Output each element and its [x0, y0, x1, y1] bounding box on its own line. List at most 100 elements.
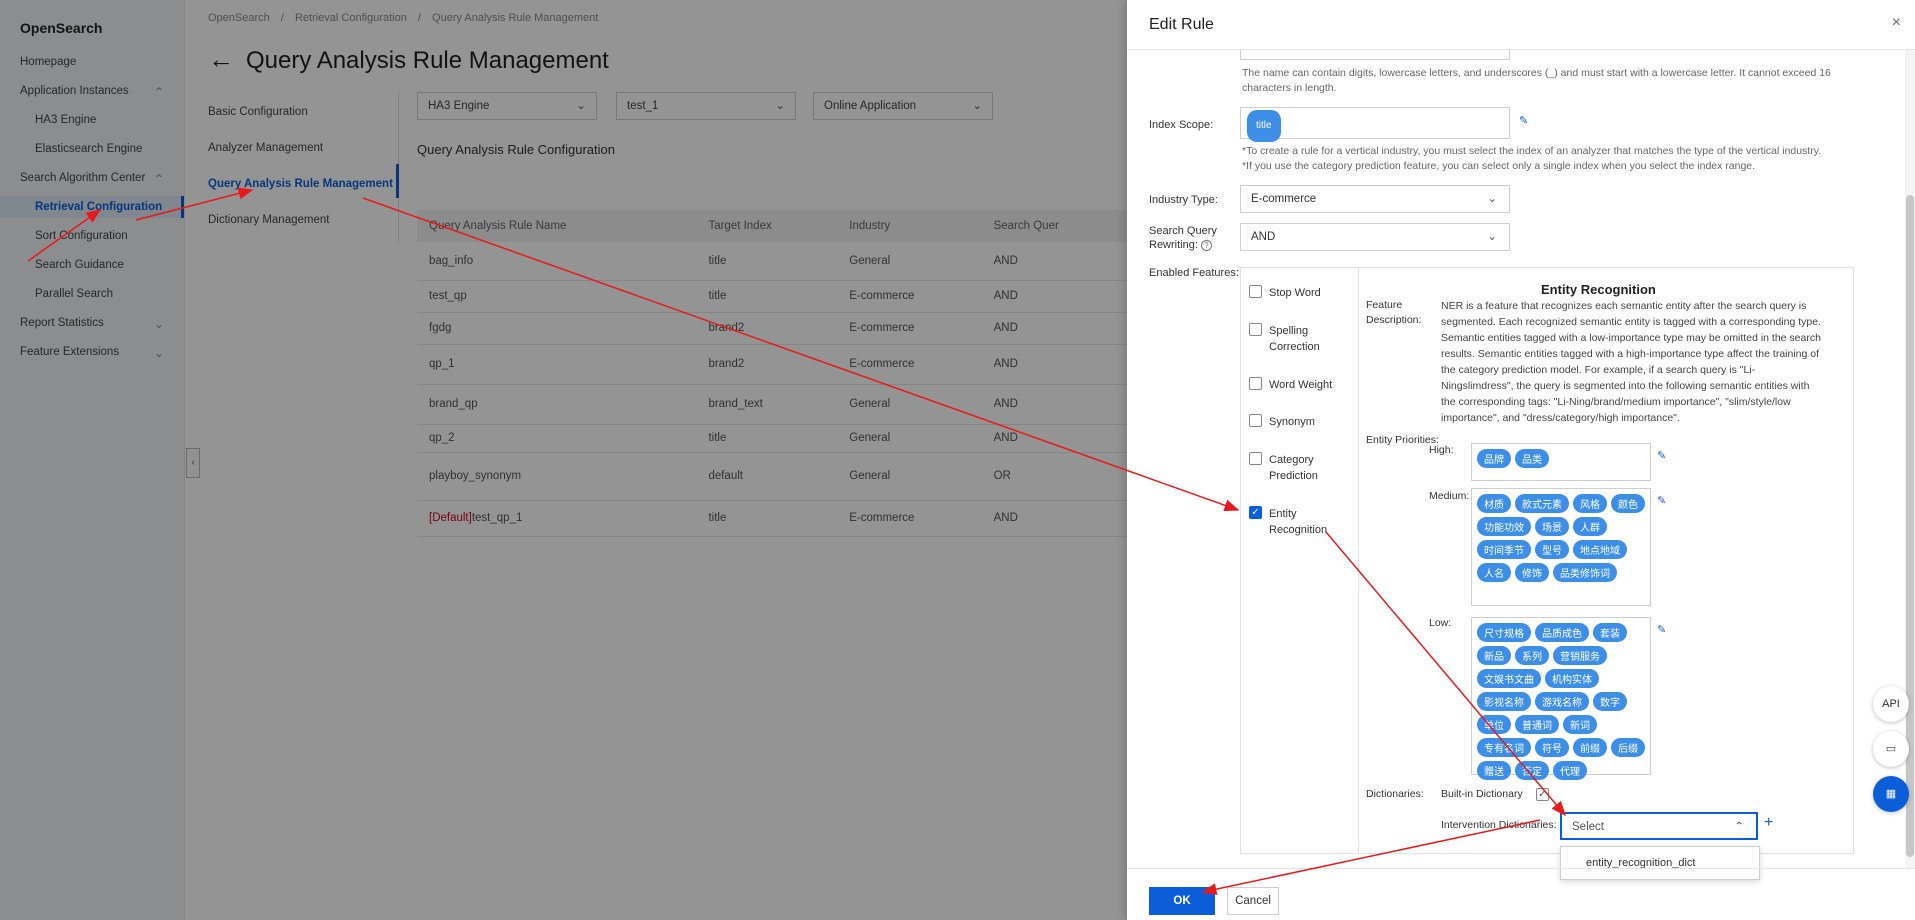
help-icon[interactable]: ? [1200, 240, 1212, 251]
feature-label: Spelling Correction [1269, 325, 1320, 353]
entity-tag[interactable]: 游戏名称 [1535, 692, 1589, 711]
api-float-button[interactable]: API [1873, 686, 1909, 722]
features-panel: Stop Word Spelling Correction Word Weigh… [1240, 267, 1854, 854]
index-hint-line: *If you use the category prediction feat… [1242, 160, 1756, 172]
entity-tag[interactable]: 文娱书文曲 [1477, 669, 1541, 688]
rule-name-hint: The name can contain digits, lowercase l… [1242, 67, 1831, 94]
entity-tag[interactable]: 功能功效 [1477, 517, 1531, 536]
modal-backdrop[interactable] [0, 0, 1127, 920]
search-query-rewriting-select[interactable]: AND ⌄ [1240, 223, 1510, 251]
label-text: Rewriting: [1149, 239, 1198, 251]
entity-tag[interactable]: 普通词 [1515, 715, 1559, 734]
entity-tag[interactable]: 符号 [1535, 738, 1569, 757]
chat-icon: ▭ [1885, 743, 1897, 755]
feature-stop-word[interactable]: Stop Word [1249, 285, 1321, 301]
entity-tag[interactable]: 机构实体 [1545, 669, 1599, 688]
intervention-dictionary-select[interactable]: Select ⌃ [1560, 812, 1758, 840]
edit-rule-drawer: Edit Rule × The name can contain digits,… [1127, 0, 1915, 920]
edit-icon[interactable]: ✎ [1657, 623, 1666, 636]
entity-tag[interactable]: 品质成色 [1535, 623, 1589, 642]
industry-type-select[interactable]: E-commerce ⌄ [1240, 185, 1510, 213]
medium-label: Medium: [1429, 490, 1470, 502]
entity-tag[interactable]: 系列 [1515, 646, 1549, 665]
entity-tag[interactable]: 赠送 [1477, 761, 1511, 780]
entity-tag[interactable]: 数字 [1593, 692, 1627, 711]
entity-tag[interactable]: 单位 [1477, 715, 1511, 734]
high-tag-box[interactable]: 品牌 品类 [1471, 443, 1651, 481]
feature-description-label: Feature Description: [1366, 298, 1426, 328]
low-label: Low: [1429, 617, 1452, 629]
medium-tag-box[interactable]: 材质 款式元素 风格 颜色功能功效 场景 人群时间季节 型号 地点地域人名 修饰 品类修饰词 [1471, 488, 1651, 606]
feature-description: NER is a feature that recognizes each se… [1441, 300, 1821, 424]
entity-tag[interactable]: 人名 [1477, 563, 1511, 582]
entity-tag[interactable]: 型号 [1535, 540, 1569, 559]
entity-tag[interactable]: 代理 [1553, 761, 1587, 780]
ok-button[interactable]: OK [1149, 887, 1215, 915]
edit-icon[interactable]: ✎ [1657, 494, 1666, 507]
entity-tag[interactable]: 尺寸规格 [1477, 623, 1531, 642]
add-dictionary-icon[interactable]: + [1764, 814, 1773, 832]
checkbox[interactable] [1249, 285, 1262, 298]
chevron-down-icon: ⌄ [1487, 231, 1497, 243]
feature-spelling-correction[interactable]: Spelling Correction [1249, 323, 1349, 355]
entity-tag[interactable]: 套装 [1593, 623, 1627, 642]
entity-tag[interactable]: 前缀 [1573, 738, 1607, 757]
close-icon[interactable]: × [1892, 14, 1901, 32]
feature-list: Stop Word Spelling Correction Word Weigh… [1241, 268, 1359, 853]
chat-float-button[interactable]: ▭ [1873, 731, 1909, 767]
industry-type-label: Industry Type: [1149, 194, 1218, 206]
label-line: Search Query [1149, 225, 1217, 237]
entity-priorities-label: Entity Priorities: [1366, 434, 1439, 446]
rule-name-input[interactable] [1240, 50, 1510, 60]
feature-label: Stop Word [1269, 287, 1321, 299]
chevron-up-icon: ⌃ [1734, 821, 1744, 833]
feature-word-weight[interactable]: Word Weight [1249, 377, 1332, 393]
entity-tag[interactable]: 场景 [1535, 517, 1569, 536]
entity-tag[interactable]: 影视名称 [1477, 692, 1531, 711]
index-scope-field[interactable]: title [1240, 107, 1510, 142]
entity-tag[interactable]: 款式元素 [1515, 494, 1569, 513]
entity-tag[interactable]: 后缀 [1611, 738, 1645, 757]
entity-tag[interactable]: 品牌 [1477, 449, 1511, 468]
edit-icon[interactable]: ✎ [1657, 449, 1666, 462]
checkbox-checked[interactable]: ✓ [1249, 506, 1262, 519]
checkbox[interactable] [1249, 323, 1262, 336]
entity-tag[interactable]: 新词 [1563, 715, 1597, 734]
entity-tag[interactable]: 时间季节 [1477, 540, 1531, 559]
index-tag[interactable]: title [1247, 110, 1281, 142]
feature-label: Word Weight [1269, 379, 1333, 391]
entity-tag[interactable]: 风格 [1573, 494, 1607, 513]
checkbox[interactable] [1249, 377, 1262, 390]
feature-entity-recognition[interactable]: ✓ Entity Recognition [1249, 506, 1349, 538]
entity-tag[interactable]: 材质 [1477, 494, 1511, 513]
checkbox[interactable] [1249, 414, 1262, 427]
entity-tag[interactable]: 品类 [1515, 449, 1549, 468]
dropdown-option-entity-recognition-dict[interactable]: entity_recognition_dict [1560, 846, 1760, 880]
checkbox[interactable] [1249, 452, 1262, 465]
index-hint: *To create a rule for a vertical industr… [1242, 144, 1882, 174]
entity-tag[interactable]: 修饰 [1515, 563, 1549, 582]
entity-tag[interactable]: 新品 [1477, 646, 1511, 665]
feature-category-prediction[interactable]: Category Prediction [1249, 452, 1349, 484]
entity-tag[interactable]: 颜色 [1611, 494, 1645, 513]
feature-label: Entity Recognition [1269, 508, 1328, 536]
apps-float-button[interactable]: ▦ [1873, 776, 1909, 812]
cancel-button[interactable]: Cancel [1227, 887, 1279, 915]
entity-tag[interactable]: 品类修饰词 [1553, 563, 1617, 582]
dictionaries-label: Dictionaries: [1366, 788, 1424, 800]
feature-synonym[interactable]: Synonym [1249, 414, 1315, 430]
entity-tag[interactable]: 否定 [1515, 761, 1549, 780]
chevron-down-icon: ⌄ [1487, 193, 1497, 205]
entity-tag[interactable]: 营销服务 [1553, 646, 1607, 665]
scrollbar-thumb[interactable] [1906, 195, 1914, 857]
feature-label: Synonym [1269, 416, 1315, 428]
builtin-dictionary-checkbox[interactable]: ✓ [1536, 788, 1549, 801]
low-tag-box[interactable]: 尺寸规格 品质成色 套装新品 系列 营销服务文娱书文曲 机构实体影视名称 游戏名称 数字单位普… [1471, 617, 1651, 780]
entity-tag[interactable]: 地点地域 [1573, 540, 1627, 559]
divider [1127, 868, 1915, 869]
entity-tag[interactable]: 人群 [1573, 517, 1607, 536]
entity-tag[interactable]: 专有名词 [1477, 738, 1531, 757]
builtin-dictionary-label: Built-in Dictionary [1441, 788, 1523, 800]
edit-icon[interactable]: ✎ [1519, 114, 1528, 127]
index-scope-label: Index Scope: [1149, 119, 1214, 131]
